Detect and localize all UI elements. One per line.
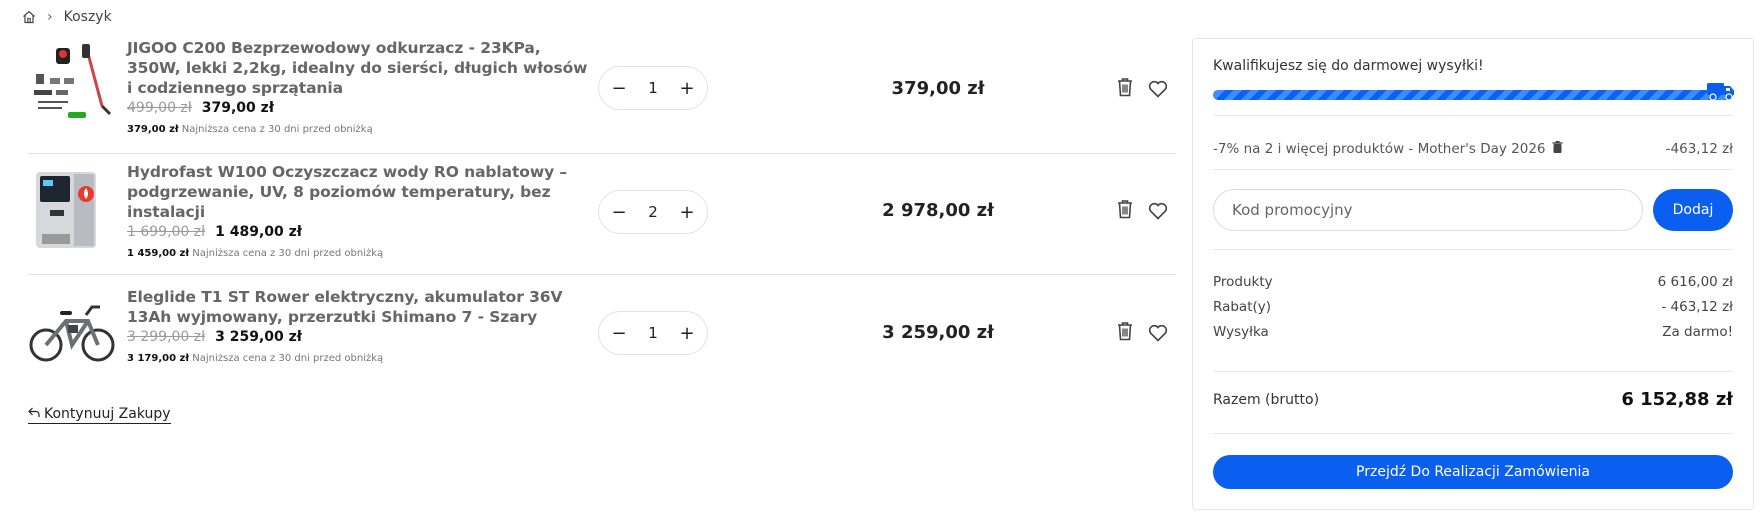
apply-promo-button[interactable]: Dodaj — [1653, 189, 1733, 231]
promo-code-input[interactable] — [1213, 189, 1643, 231]
order-summary-panel: Kwalifikujesz się do darmowej wysyłki! -… — [1192, 38, 1754, 510]
product-title[interactable]: Eleglide T1 ST Rower elektryczny, akumul… — [127, 287, 597, 327]
truck-icon — [1706, 78, 1736, 106]
quantity-value[interactable]: 1 — [648, 324, 658, 342]
decrease-quantity-button[interactable]: − — [611, 323, 627, 344]
quantity-stepper: − 1 + — [598, 311, 708, 355]
free-shipping-progress-bar — [1213, 90, 1733, 100]
lowest-price-note: 3 179,00 zł Najniższa cena z 30 dni prze… — [127, 353, 597, 364]
divider — [1213, 169, 1733, 170]
remove-promotion-trash-icon[interactable] — [1552, 141, 1563, 157]
return-arrow-icon — [28, 405, 40, 423]
checkout-button[interactable]: Przejdź Do Realizacji Zamówienia — [1213, 455, 1733, 489]
chevron-right-icon: › — [47, 9, 53, 25]
old-price: 499,00 zł — [127, 100, 192, 116]
breadcrumb-current: Koszyk — [63, 9, 112, 25]
line-total: 379,00 zł — [891, 78, 985, 99]
lowest-price: 1 459,00 zł — [127, 248, 190, 259]
total-label: Razem (brutto) — [1213, 391, 1320, 408]
applied-promotion: -7% na 2 i więcej produktów - Mother's D… — [1213, 141, 1733, 157]
heart-icon[interactable] — [1148, 202, 1168, 224]
current-price: 3 259,00 zł — [215, 329, 302, 345]
cart-item-row: JIGOO C200 Bezprzewodowy odkurzacz - 23K… — [28, 30, 1176, 154]
increase-quantity-button[interactable]: + — [679, 323, 695, 344]
increase-quantity-button[interactable]: + — [679, 78, 695, 99]
lowest-price: 3 179,00 zł — [127, 353, 190, 364]
electric-bike-image[interactable] — [28, 285, 116, 377]
products-value: 6 616,00 zł — [1657, 273, 1733, 290]
quantity-stepper: − 1 + — [598, 66, 708, 110]
quantity-value[interactable]: 1 — [648, 79, 658, 97]
home-icon[interactable] — [22, 10, 36, 24]
line-total: 2 978,00 zł — [882, 200, 994, 221]
grand-total: Razem (brutto) 6 152,88 zł — [1213, 389, 1733, 410]
products-label: Produkty — [1213, 273, 1273, 290]
discount-value: - 463,12 zł — [1661, 298, 1733, 315]
increase-quantity-button[interactable]: + — [679, 202, 695, 223]
lowest-price: 379,00 zł — [127, 124, 179, 135]
old-price: 3 299,00 zł — [127, 329, 206, 345]
lowest-price-text: Najniższa cena z 30 dni przed obniżką — [181, 124, 373, 135]
divider — [1213, 433, 1733, 434]
product-title[interactable]: JIGOO C200 Bezprzewodowy odkurzacz - 23K… — [127, 38, 597, 98]
quantity-stepper: − 2 + — [598, 190, 708, 234]
decrease-quantity-button[interactable]: − — [611, 78, 627, 99]
decrease-quantity-button[interactable]: − — [611, 202, 627, 223]
lowest-price-note: 379,00 zł Najniższa cena z 30 dni przed … — [127, 124, 597, 135]
divider — [1213, 371, 1733, 372]
cart-item-row: Eleglide T1 ST Rower elektryczny, akumul… — [28, 275, 1176, 395]
promotion-label: -7% na 2 i więcej produktów - Mother's D… — [1213, 141, 1546, 157]
cart-item-info: JIGOO C200 Bezprzewodowy odkurzacz - 23K… — [127, 38, 597, 135]
cart-item-info: Eleglide T1 ST Rower elektryczny, akumul… — [127, 287, 597, 364]
totals-breakdown: Produkty 6 616,00 zł Rabat(y) - 463,12 z… — [1213, 269, 1733, 344]
discount-label: Rabat(y) — [1213, 298, 1272, 315]
promotion-value: -463,12 zł — [1665, 141, 1733, 157]
shipping-value: Za darmo! — [1662, 323, 1733, 340]
free-shipping-message: Kwalifikujesz się do darmowej wysyłki! — [1213, 58, 1484, 74]
divider — [1213, 115, 1733, 116]
quantity-value[interactable]: 2 — [648, 203, 658, 221]
trash-icon[interactable] — [1116, 321, 1134, 345]
divider — [1213, 249, 1733, 250]
lowest-price-text: Najniższa cena z 30 dni przed obniżką — [192, 353, 384, 364]
heart-icon[interactable] — [1148, 80, 1168, 102]
continue-shopping-link[interactable]: Kontynuuj Zakupy — [28, 405, 171, 424]
trash-icon[interactable] — [1116, 77, 1134, 101]
current-price: 379,00 zł — [201, 100, 275, 116]
vacuum-cleaner-image[interactable] — [28, 38, 116, 130]
current-price: 1 489,00 zł — [215, 224, 302, 240]
trash-icon[interactable] — [1116, 199, 1134, 223]
cart-item-row: Hydrofast W100 Oczyszczacz wody RO nabla… — [28, 154, 1176, 275]
continue-shopping-label: Kontynuuj Zakupy — [44, 406, 171, 422]
total-value: 6 152,88 zł — [1621, 389, 1733, 410]
breadcrumb: › Koszyk — [22, 8, 112, 26]
cart-item-info: Hydrofast W100 Oczyszczacz wody RO nabla… — [127, 162, 597, 259]
water-purifier-image[interactable] — [28, 164, 116, 256]
product-title[interactable]: Hydrofast W100 Oczyszczacz wody RO nabla… — [127, 162, 597, 222]
line-total: 3 259,00 zł — [882, 322, 994, 343]
shipping-label: Wysyłka — [1213, 323, 1269, 340]
lowest-price-text: Najniższa cena z 30 dni przed obniżką — [192, 248, 384, 259]
heart-icon[interactable] — [1148, 324, 1168, 346]
old-price: 1 699,00 zł — [127, 224, 206, 240]
lowest-price-note: 1 459,00 zł Najniższa cena z 30 dni prze… — [127, 248, 597, 259]
